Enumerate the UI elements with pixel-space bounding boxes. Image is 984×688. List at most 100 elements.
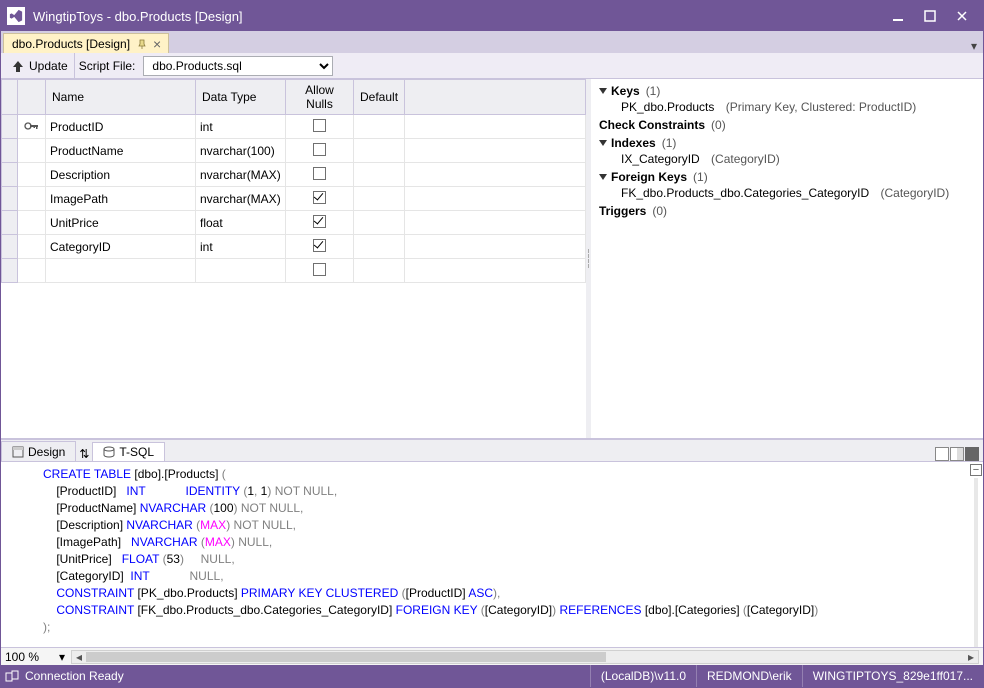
cell-default[interactable] bbox=[354, 163, 405, 187]
document-tab-label: dbo.Products [Design] bbox=[12, 37, 130, 51]
index-item[interactable]: IX_CategoryID (CategoryID) bbox=[599, 151, 975, 167]
foreign-keys-node[interactable]: Foreign Keys (1) bbox=[599, 169, 975, 185]
cell-name[interactable]: Description bbox=[46, 163, 196, 187]
cell-filler bbox=[405, 235, 586, 259]
cell-allow-nulls[interactable] bbox=[286, 115, 354, 139]
document-tab-strip: dbo.Products [Design] × ▾ bbox=[1, 31, 983, 53]
cell-default[interactable] bbox=[354, 115, 405, 139]
minimize-button[interactable] bbox=[883, 4, 913, 28]
script-file-select[interactable]: dbo.Products.sql bbox=[143, 56, 333, 76]
key-item[interactable]: PK_dbo.Products (Primary Key, Clustered:… bbox=[599, 99, 975, 115]
tab-tsql[interactable]: T-SQL bbox=[92, 442, 165, 462]
zoom-level[interactable]: 100 % bbox=[5, 650, 59, 664]
indexes-count: (1) bbox=[662, 136, 677, 150]
editor-footer: 100 % ▾ ◂ ▸ bbox=[1, 647, 983, 665]
cell-datatype[interactable]: nvarchar(100) bbox=[196, 139, 286, 163]
close-button[interactable] bbox=[947, 4, 977, 28]
cell-datatype[interactable]: float bbox=[196, 211, 286, 235]
zoom-chevron-icon[interactable]: ▾ bbox=[59, 650, 71, 664]
cell-name[interactable]: CategoryID bbox=[46, 235, 196, 259]
row-selector[interactable] bbox=[2, 235, 18, 259]
column-header-default[interactable]: Default bbox=[354, 80, 405, 115]
cell-name[interactable]: ProductID bbox=[46, 115, 196, 139]
table-row[interactable]: ProductIDint bbox=[2, 115, 586, 139]
cell-default[interactable] bbox=[354, 187, 405, 211]
cell-name[interactable]: UnitPrice bbox=[46, 211, 196, 235]
horizontal-scrollbar[interactable]: ◂ ▸ bbox=[71, 650, 979, 664]
row-selector[interactable] bbox=[2, 211, 18, 235]
cell-name[interactable]: ImagePath bbox=[46, 187, 196, 211]
row-selector[interactable] bbox=[2, 139, 18, 163]
layout-full-button[interactable] bbox=[935, 447, 949, 461]
maximize-button[interactable] bbox=[915, 4, 945, 28]
checkbox-icon[interactable] bbox=[313, 167, 326, 180]
pane-layout-buttons bbox=[934, 447, 983, 461]
cell-allow-nulls[interactable] bbox=[286, 139, 354, 163]
cell-default[interactable] bbox=[354, 139, 405, 163]
check-constraints-node[interactable]: Check Constraints (0) bbox=[599, 117, 975, 133]
table-row[interactable]: ProductNamenvarchar(100) bbox=[2, 139, 586, 163]
connection-icon bbox=[5, 670, 19, 682]
cell-datatype[interactable]: nvarchar(MAX) bbox=[196, 187, 286, 211]
scroll-left-icon[interactable]: ◂ bbox=[72, 651, 86, 663]
designer-toolbar: Update Script File: dbo.Products.sql bbox=[1, 53, 983, 79]
cell-datatype[interactable]: int bbox=[196, 115, 286, 139]
key-name: PK_dbo.Products bbox=[621, 100, 714, 114]
update-button[interactable]: Update bbox=[5, 53, 75, 78]
expander-icon bbox=[599, 140, 607, 146]
table-row-new[interactable] bbox=[2, 259, 586, 283]
column-header-datatype[interactable]: Data Type bbox=[196, 80, 286, 115]
row-selector[interactable] bbox=[2, 163, 18, 187]
tab-design[interactable]: Design bbox=[1, 441, 76, 461]
cell-default[interactable] bbox=[354, 235, 405, 259]
sql-editor[interactable]: CREATE TABLE [dbo].[Products] ( [Product… bbox=[1, 462, 983, 647]
scroll-right-icon[interactable]: ▸ bbox=[964, 651, 978, 663]
key-icon bbox=[24, 120, 40, 134]
table-row[interactable]: UnitPricefloat bbox=[2, 211, 586, 235]
tab-close-icon[interactable]: × bbox=[150, 37, 164, 51]
table-row[interactable]: Descriptionnvarchar(MAX) bbox=[2, 163, 586, 187]
fk-count: (1) bbox=[693, 170, 708, 184]
script-file-label: Script File: bbox=[79, 59, 140, 73]
swap-panes-icon[interactable]: ⇅ bbox=[76, 447, 92, 461]
indexes-node[interactable]: Indexes (1) bbox=[599, 135, 975, 151]
cell-default[interactable] bbox=[354, 211, 405, 235]
table-row[interactable]: CategoryIDint bbox=[2, 235, 586, 259]
column-header-allownulls[interactable]: Allow Nulls bbox=[286, 80, 354, 115]
cell-allow-nulls[interactable] bbox=[286, 163, 354, 187]
split-plus-icon[interactable]: − bbox=[970, 464, 982, 476]
checkbox-icon[interactable] bbox=[313, 143, 326, 156]
checkbox-icon[interactable] bbox=[313, 239, 326, 252]
cell-datatype[interactable]: int bbox=[196, 235, 286, 259]
title-bar: WingtipToys - dbo.Products [Design] bbox=[1, 1, 983, 31]
design-tab-icon bbox=[12, 446, 24, 458]
checkbox-icon[interactable] bbox=[313, 119, 326, 132]
cell-allow-nulls[interactable] bbox=[286, 235, 354, 259]
layout-split-button[interactable] bbox=[950, 447, 964, 461]
row-selector[interactable] bbox=[2, 115, 18, 139]
tab-overflow-chevron-icon[interactable]: ▾ bbox=[971, 39, 977, 53]
checkbox-icon[interactable] bbox=[313, 215, 326, 228]
table-row[interactable]: ImagePathnvarchar(MAX) bbox=[2, 187, 586, 211]
index-detail: (CategoryID) bbox=[711, 152, 780, 166]
cell-name[interactable]: ProductName bbox=[46, 139, 196, 163]
window-title: WingtipToys - dbo.Products [Design] bbox=[33, 9, 881, 24]
row-selector[interactable] bbox=[2, 187, 18, 211]
document-tab[interactable]: dbo.Products [Design] × bbox=[3, 33, 169, 53]
checkbox-icon[interactable] bbox=[313, 263, 326, 276]
tab-design-label: Design bbox=[28, 445, 65, 459]
overview-ruler[interactable] bbox=[974, 478, 978, 647]
checkbox-icon[interactable] bbox=[313, 191, 326, 204]
scroll-thumb[interactable] bbox=[86, 652, 606, 662]
keys-node[interactable]: Keys (1) bbox=[599, 83, 975, 99]
pin-icon[interactable] bbox=[136, 38, 148, 50]
fk-item[interactable]: FK_dbo.Products_dbo.Categories_CategoryI… bbox=[599, 185, 975, 201]
cell-allow-nulls[interactable] bbox=[286, 187, 354, 211]
triggers-node[interactable]: Triggers (0) bbox=[599, 203, 975, 219]
layout-alt-button[interactable] bbox=[965, 447, 979, 461]
columns-grid: Name Data Type Allow Nulls Default Produ… bbox=[1, 79, 586, 283]
cell-allow-nulls[interactable] bbox=[286, 211, 354, 235]
column-header-name[interactable]: Name bbox=[46, 80, 196, 115]
cell-datatype[interactable]: nvarchar(MAX) bbox=[196, 163, 286, 187]
expander-icon bbox=[599, 88, 607, 94]
